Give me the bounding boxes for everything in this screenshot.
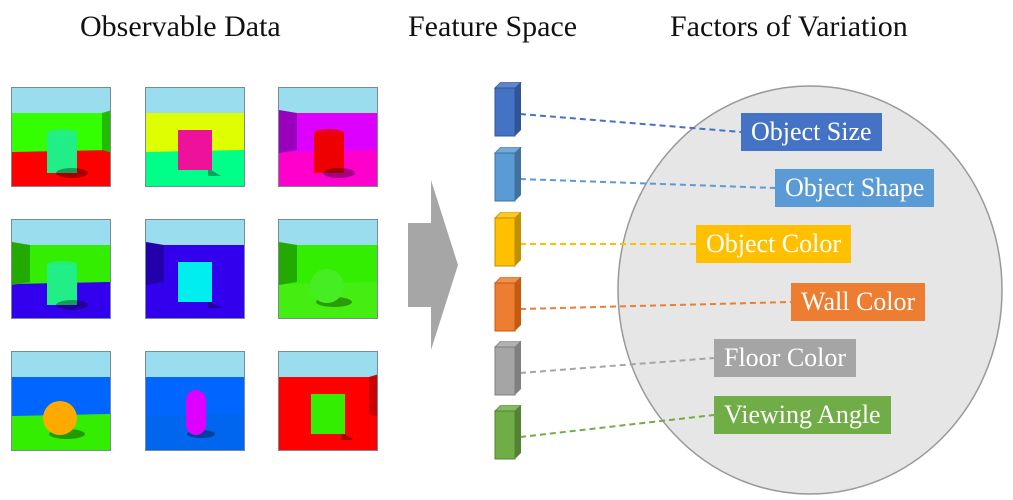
- feature-cube: [493, 276, 523, 338]
- factor-label: Object Shape: [775, 169, 935, 207]
- feature-cube: [493, 211, 523, 273]
- factor-label: Object Size: [741, 113, 882, 151]
- feature-cube: [493, 404, 523, 466]
- factor-label: Wall Color: [791, 283, 926, 321]
- factor-label: Floor Color: [714, 339, 857, 377]
- feature-cube: [493, 340, 523, 402]
- feature-cube: [493, 81, 523, 143]
- factor-label: Viewing Angle: [714, 396, 891, 434]
- factor-label: Object Color: [696, 225, 852, 263]
- feature-cube: [493, 146, 523, 208]
